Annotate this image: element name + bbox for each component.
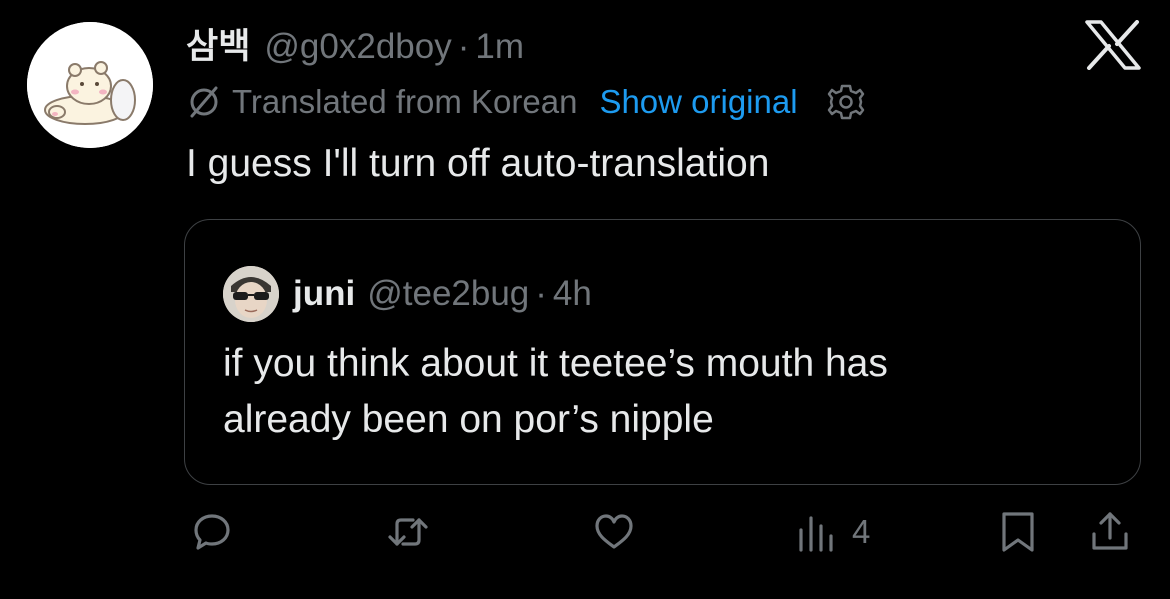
avatar-image bbox=[27, 22, 153, 148]
heart-icon bbox=[595, 514, 633, 549]
quote-text-line: already been on por’s nipple bbox=[223, 398, 714, 441]
x-logo-icon[interactable] bbox=[1085, 20, 1141, 70]
quote-text-line: if you think about it teetee’s mouth has bbox=[223, 342, 888, 385]
retweet-icon bbox=[388, 518, 428, 546]
translation-row: Translated from Korean Show original bbox=[186, 82, 866, 122]
quote-avatar-image bbox=[223, 266, 279, 322]
views-button[interactable]: 4 bbox=[794, 510, 870, 554]
tweet-text: I guess I'll turn off auto-translation bbox=[186, 142, 770, 185]
quote-tweet-card[interactable]: juni @tee2bug · 4h if you think about it… bbox=[184, 219, 1141, 485]
like-button[interactable] bbox=[592, 510, 636, 554]
quote-header: juni @tee2bug · 4h bbox=[223, 266, 592, 322]
translate-slash-icon bbox=[190, 86, 218, 118]
quote-avatar[interactable] bbox=[223, 266, 279, 322]
quote-user-handle[interactable]: @tee2bug bbox=[367, 274, 529, 314]
quote-text: if you think about it teetee’s mouth has… bbox=[223, 336, 1103, 448]
share-icon bbox=[1092, 512, 1128, 550]
user-handle[interactable]: @g0x2dboy bbox=[264, 27, 451, 67]
views-icon bbox=[799, 516, 833, 552]
quote-separator-dot: · bbox=[535, 274, 547, 313]
display-name[interactable]: 삼백 bbox=[186, 18, 250, 69]
bookmark-icon bbox=[1002, 512, 1034, 552]
action-bar: 4 bbox=[0, 510, 1170, 570]
quote-timestamp: 4h bbox=[552, 274, 592, 313]
bookmark-button[interactable] bbox=[996, 510, 1040, 554]
separator-dot: · bbox=[457, 27, 470, 66]
gear-icon[interactable] bbox=[826, 82, 866, 122]
tweet-header: 삼백 @g0x2dboy · 1m bbox=[186, 18, 524, 69]
avatar[interactable] bbox=[27, 22, 153, 148]
timestamp[interactable]: 1m bbox=[475, 27, 524, 67]
reply-button[interactable] bbox=[190, 510, 234, 554]
retweet-button[interactable] bbox=[386, 510, 430, 554]
translated-label: Translated from Korean bbox=[232, 83, 578, 120]
show-original-link[interactable]: Show original bbox=[599, 83, 797, 121]
quote-display-name[interactable]: juni bbox=[293, 274, 355, 314]
reply-icon bbox=[194, 514, 230, 550]
share-button[interactable] bbox=[1088, 510, 1132, 554]
views-count: 4 bbox=[852, 513, 871, 550]
